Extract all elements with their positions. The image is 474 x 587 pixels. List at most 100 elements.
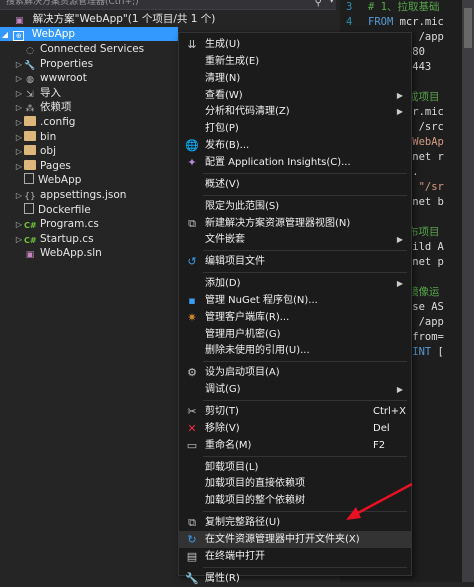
tree-item-label: Pages: [40, 159, 71, 172]
menu-item[interactable]: ✂ 剪切(T) Ctrl+X: [179, 403, 411, 420]
menu-item-label: 管理客户端库(R)...: [205, 311, 290, 323]
menu-item[interactable]: 文件嵌套 ▶: [179, 231, 411, 248]
submenu-arrow-icon: ▶: [396, 235, 403, 245]
menu-item-label: 属性(R): [205, 572, 240, 584]
menu-item-label: 新建解决方案资源管理器视图(N): [205, 217, 351, 229]
tree-item-label: appsettings.json: [40, 189, 127, 201]
expand-arrow-icon[interactable]: ▷: [14, 189, 24, 203]
tree-item[interactable]: ▷ .config: [14, 115, 75, 129]
menu-item-label: 添加(D): [205, 278, 241, 290]
menu-separator: [203, 361, 407, 363]
folder-icon: [24, 159, 36, 170]
menu-item[interactable]: ✕ 移除(V) Del: [179, 420, 411, 437]
csharp-file-icon: C#: [24, 235, 37, 245]
menu-item[interactable]: 加载项目的直接依赖项: [179, 475, 411, 492]
menu-item[interactable]: 概述(V): [179, 176, 411, 193]
tree-item[interactable]: ▷ C# Startup.cs: [14, 232, 94, 246]
tree-item[interactable]: ▷ ◍ wwwroot: [14, 71, 87, 85]
menu-item[interactable]: 🔧 属性(R): [179, 570, 411, 587]
dependencies-icon: ⁂: [25, 104, 35, 115]
expand-arrow-icon[interactable]: ▷: [14, 145, 24, 159]
tree-item[interactable]: ▷ Pages: [14, 159, 71, 173]
tree-item[interactable]: ▷ C# Program.cs: [14, 217, 99, 231]
menu-item-label: 在终端中打开: [205, 550, 265, 562]
submenu-arrow-icon: ▶: [396, 107, 403, 117]
menu-item[interactable]: ▪ 管理 NuGet 程序包(N)...: [179, 292, 411, 309]
gear-icon: ⚙: [187, 366, 197, 380]
menu-item[interactable]: ▤ 在终端中打开: [179, 548, 411, 565]
search-icon[interactable]: ⚲: [315, 0, 322, 8]
menu-item-label: 查看(W): [205, 89, 243, 101]
tree-item[interactable]: ▷ 🔧 Properties: [14, 57, 93, 71]
menu-separator: [203, 172, 407, 174]
menu-item[interactable]: 管理用户机密(G): [179, 326, 411, 343]
expand-arrow-icon[interactable]: ▷: [14, 87, 24, 101]
menu-item-label: 重命名(M): [205, 439, 252, 451]
expand-arrow-icon[interactable]: ▷: [14, 218, 24, 232]
menu-item[interactable]: ✦ 配置 Application Insights(C)...: [179, 154, 411, 171]
menu-item[interactable]: 打包(P): [179, 120, 411, 137]
tree-item-label: Startup.cs: [40, 232, 94, 245]
solution-node[interactable]: ▣ 解决方案"WebApp"(1 个项目/共 1 个): [0, 12, 215, 26]
menu-item[interactable]: 限定为此范围(S): [179, 198, 411, 215]
menu-item[interactable]: 分析和代码清理(Z) ▶: [179, 103, 411, 120]
editor-scrollbar[interactable]: [462, 0, 474, 582]
chevron-down-icon[interactable]: ▾: [329, 0, 334, 6]
code-token: /src: [418, 121, 444, 133]
submenu-arrow-icon: ▶: [396, 385, 403, 395]
project-node[interactable]: ◢ ⊕ WebApp: [0, 27, 178, 41]
menu-item[interactable]: 删除未使用的引用(U)...: [179, 342, 411, 359]
scrollbar-thumb[interactable]: [464, 8, 472, 48]
menu-item[interactable]: ⚙ 设为启动项目(A): [179, 364, 411, 381]
menu-separator: [203, 455, 407, 457]
code-token: [: [437, 346, 444, 358]
search-input[interactable]: 搜索解决方案资源管理器(Ctrl+;) ⚲ ▾: [0, 0, 336, 10]
menu-item-label: 调试(G): [205, 384, 241, 396]
menu-item[interactable]: 添加(D) ▶: [179, 275, 411, 292]
menu-shortcut: Del: [373, 422, 390, 434]
import-icon: ⇲: [26, 89, 34, 100]
expand-arrow-icon[interactable]: ▷: [14, 58, 24, 72]
expand-arrow-icon[interactable]: ▷: [14, 72, 24, 86]
menu-item[interactable]: 重新生成(E): [179, 53, 411, 70]
tree-item[interactable]: ▷ obj: [14, 144, 56, 158]
menu-item[interactable]: 查看(W) ▶: [179, 87, 411, 104]
menu-item-label: 限定为此范围(S): [205, 200, 280, 212]
menu-item[interactable]: ✷ 管理客户端库(R)...: [179, 309, 411, 326]
menu-item[interactable]: ⧉ 复制完整路径(U): [179, 514, 411, 531]
edit-project-icon: ↺: [187, 255, 197, 269]
expand-arrow-icon[interactable]: ▷: [14, 233, 24, 247]
expand-arrow-icon[interactable]: ▷: [14, 101, 24, 115]
menu-item[interactable]: 调试(G) ▶: [179, 381, 411, 398]
open-folder-icon: ↻: [187, 532, 197, 546]
menu-item[interactable]: 清理(N): [179, 70, 411, 87]
wrench-icon: 🔧: [24, 60, 36, 71]
tree-item[interactable]: Dockerfile: [14, 202, 91, 217]
menu-item[interactable]: 🌐 发布(B)...: [179, 137, 411, 154]
collapse-arrow-icon[interactable]: ◢: [0, 28, 10, 42]
tree-item[interactable]: ▷{} appsettings.json: [14, 188, 127, 203]
expand-arrow-icon[interactable]: ▷: [14, 116, 24, 130]
menu-item[interactable]: ▭ 重命名(M) F2: [179, 437, 411, 454]
menu-item[interactable]: ⇊ 生成(U): [179, 36, 411, 53]
menu-item[interactable]: ↻ 在文件资源管理器中打开文件夹(X): [179, 530, 411, 548]
cut-icon: ✂: [187, 405, 197, 418]
tree-item[interactable]: WebApp: [14, 173, 81, 187]
menu-separator: [203, 400, 407, 401]
code-line: 4 FROM mcr.mic: [346, 15, 444, 30]
menu-item[interactable]: 卸载项目(L): [179, 459, 411, 476]
search-placeholder: 搜索解决方案资源管理器(Ctrl+;): [6, 0, 139, 7]
expand-arrow-icon[interactable]: ▷: [14, 160, 24, 174]
tree-item[interactable]: ▷ bin: [14, 130, 56, 144]
menu-item[interactable]: ↺ 编辑项目文件: [179, 253, 411, 270]
tree-item[interactable]: ◌ Connected Services: [14, 42, 144, 56]
menu-item[interactable]: ⧉ 新建解决方案资源管理器视图(N): [179, 215, 411, 232]
tree-item-label: WebApp: [38, 174, 82, 187]
menu-item[interactable]: 加载项目的整个依赖树: [179, 492, 411, 509]
expand-arrow-icon[interactable]: ▷: [14, 131, 24, 145]
tree-item-label: wwwroot: [40, 72, 87, 85]
tree-item-label: Connected Services: [40, 43, 145, 55]
tree-item[interactable]: ▷ ⇲ 导入: [14, 86, 61, 100]
tree-item[interactable]: ▣ WebApp.sln: [14, 246, 102, 260]
tree-item[interactable]: ▷ ⁂ 依赖项: [14, 100, 72, 114]
